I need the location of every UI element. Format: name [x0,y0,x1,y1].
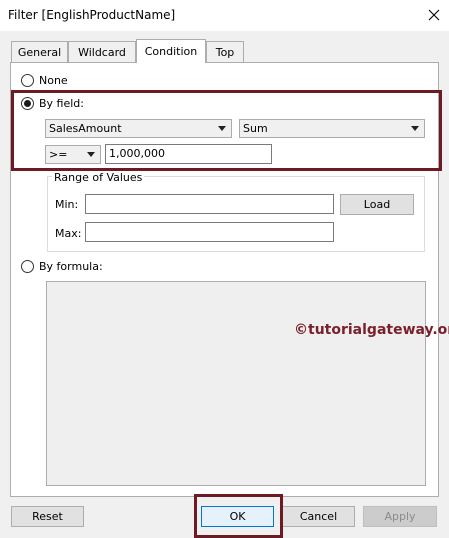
ok-highlight-box [194,494,283,538]
by-field-highlight-box [11,90,442,171]
tab-label: Top [215,45,235,59]
tab-top[interactable]: Top [206,41,244,62]
max-input[interactable] [85,222,334,242]
none-label: None [39,74,68,87]
tab-label: Condition [144,45,198,58]
tab-label: Wildcard [78,45,126,59]
window-title: Filter [EnglishProductName] [8,8,176,22]
min-label: Min: [55,198,79,211]
max-label: Max: [55,227,82,240]
tab-label: General [17,45,62,59]
tab-condition[interactable]: Condition [136,39,206,63]
watermark: ©tutorialgateway.org [294,322,449,338]
cancel-button[interactable]: Cancel [282,506,355,527]
by-formula-radio[interactable] [21,260,34,273]
apply-button[interactable]: Apply [363,506,437,527]
tab-wildcard[interactable]: Wildcard [68,41,136,62]
none-radio[interactable] [21,74,34,87]
load-button-label: Load [363,198,391,211]
close-icon[interactable] [421,2,447,28]
min-input[interactable] [85,194,334,214]
range-of-values-label: Range of Values [52,171,145,184]
by-formula-label: By formula: [39,260,103,273]
load-button[interactable]: Load [340,194,414,215]
tab-general[interactable]: General [11,41,68,62]
reset-button-label: Reset [32,510,63,523]
apply-button-label: Apply [384,510,416,523]
reset-button[interactable]: Reset [11,506,84,527]
cancel-button-label: Cancel [299,510,338,523]
formula-textarea[interactable] [46,281,426,486]
